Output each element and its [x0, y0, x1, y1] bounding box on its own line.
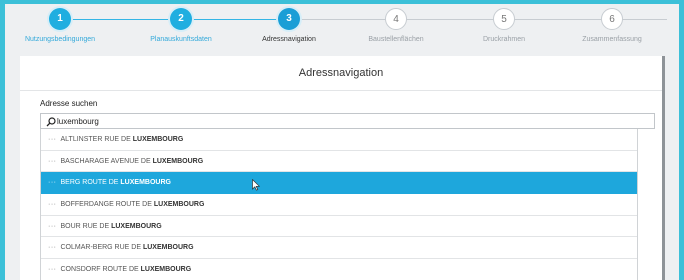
step-2[interactable]: 2 Planauskunftsdaten	[126, 8, 236, 43]
suggestion-item[interactable]: ··· BASCHARAGE AVENUE DE LUXEMBOURG	[41, 151, 637, 173]
search-icon	[46, 117, 56, 127]
suggestion-match: LUXEMBOURG	[120, 179, 171, 187]
suggestion-match: LUXEMBOURG	[140, 266, 192, 274]
ellipsis-icon: ···	[48, 179, 57, 187]
mouse-pointer-icon	[252, 179, 260, 192]
panel-title: Adressnavigation	[298, 67, 384, 79]
step-number: 5	[493, 8, 515, 30]
step-label: Zusammenfassung	[582, 36, 642, 43]
suggestion-prefix: BOFFERDANGE ROUTE DE	[60, 201, 152, 209]
app-frame: 1 Nutzungsbedingungen 2 Planauskunftsdaten 3…	[5, 4, 679, 280]
step-number: 3	[278, 8, 300, 30]
suggestion-prefix: COLMAR-BERG RUE DE	[60, 244, 142, 252]
ellipsis-icon: ···	[48, 157, 57, 165]
suggestion-prefix: BOUR RUE DE	[60, 222, 110, 230]
suggestion-match: LUXEMBOURG	[111, 222, 162, 230]
ellipsis-icon: ···	[48, 201, 57, 209]
suggestion-match: LUXEMBOURG	[142, 244, 194, 252]
suggestion-dropdown: ··· ALTLINSTER RUE DE LUXEMBOURG ··· BASCHA…	[40, 129, 638, 280]
ellipsis-icon: ···	[48, 244, 57, 252]
step-4[interactable]: 4 Baustellenflächen	[341, 8, 451, 43]
wizard-stepper: 1 Nutzungsbedingungen 2 Planauskunftsdaten 3…	[5, 4, 679, 50]
step-number: 6	[601, 8, 623, 30]
suggestion-prefix: BERG ROUTE DE	[60, 179, 119, 187]
address-navigation-panel: Adressnavigation Adresse suchen ···ALTLI…	[20, 56, 665, 280]
suggestion-match: LUXEMBOURG	[132, 136, 184, 143]
search-label: Adresse suchen	[40, 99, 98, 108]
step-label: Druckrahmen	[482, 36, 525, 43]
suggestion-prefix: CONSDORF ROUTE DE	[60, 266, 139, 274]
suggestion-item[interactable]: ··· ALTLINSTER RUE DE LUXEMBOURG	[41, 129, 637, 151]
step-number: 2	[170, 8, 192, 30]
suggestion-match: LUXEMBOURG	[152, 157, 204, 165]
step-1[interactable]: 1 Nutzungsbedingungen	[5, 8, 115, 43]
suggestion-item[interactable]: ··· CONSDORF ROUTE DE LUXEMBOURG	[41, 259, 637, 280]
suggestion-match: LUXEMBOURG	[153, 201, 205, 209]
step-label: Planauskunftsdaten	[150, 36, 212, 43]
step-6[interactable]: 6 Zusammenfassung	[557, 8, 667, 43]
suggestion-item[interactable]: ··· COLMAR-BERG RUE DE LUXEMBOURG	[41, 237, 637, 260]
step-number: 4	[385, 8, 407, 30]
step-label: Adressnavigation	[262, 36, 316, 43]
suggestion-item[interactable]: ··· BOFFERDANGE ROUTE DE LUXEMBOURG	[41, 194, 637, 216]
divider	[20, 90, 662, 91]
ellipsis-icon: ···	[48, 136, 57, 143]
step-number: 1	[49, 8, 71, 30]
suggestion-item[interactable]: ··· BERG ROUTE DE LUXEMBOURG	[41, 172, 637, 195]
suggestion-item[interactable]: ··· BOUR RUE DE LUXEMBOURG	[41, 216, 637, 238]
suggestion-prefix: BASCHARAGE AVENUE DE	[60, 157, 151, 165]
step-label: Nutzungsbedingungen	[24, 36, 96, 43]
step-3[interactable]: 3 Adressnavigation	[234, 8, 344, 43]
step-label: Baustellenflächen	[368, 36, 424, 43]
ellipsis-icon: ···	[48, 222, 57, 230]
search-field[interactable]	[40, 113, 655, 129]
ellipsis-icon: ···	[48, 266, 57, 274]
search-input[interactable]	[57, 115, 637, 127]
step-5[interactable]: 5 Druckrahmen	[449, 8, 559, 43]
suggestion-prefix: ALTLINSTER RUE DE	[60, 136, 131, 143]
